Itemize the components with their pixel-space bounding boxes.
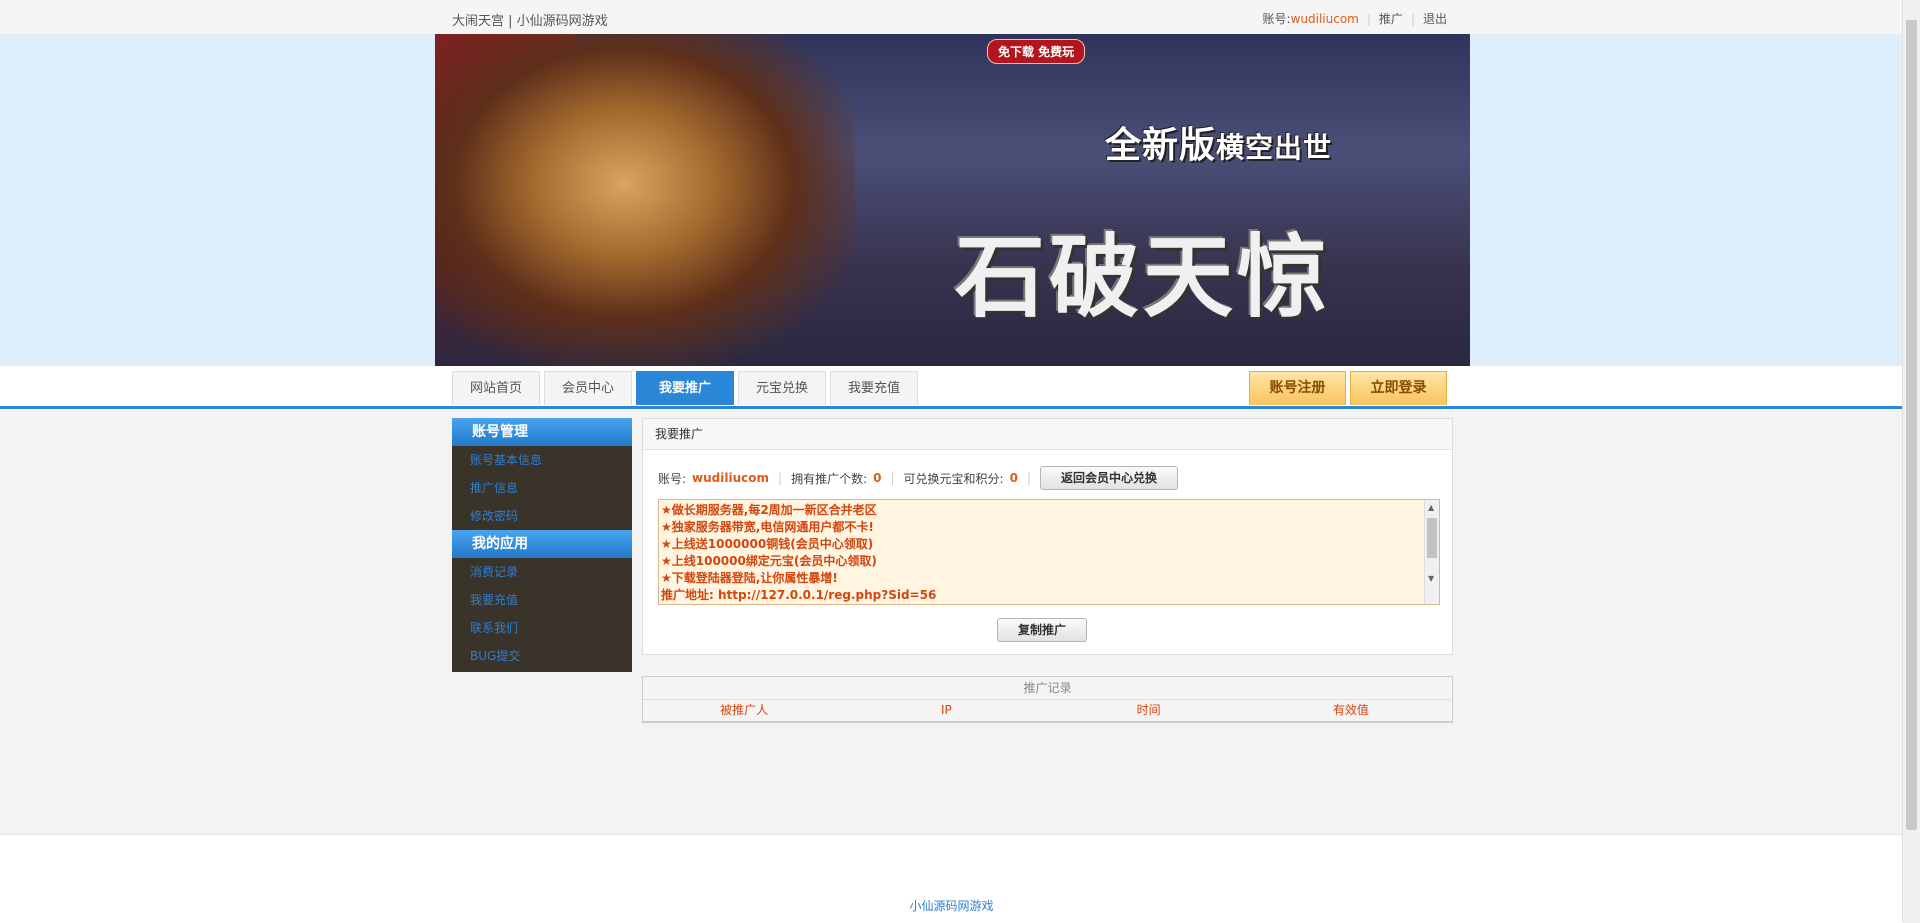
col-valid-value: 有效值 (1332, 703, 1369, 717)
scroll-down-icon[interactable]: ▼ (1428, 574, 1434, 583)
sidebar-section-apps: 我的应用 (452, 530, 632, 558)
account-info-row: 账号: wudiliucom | 拥有推广个数: 0 | 可兑换元宝和积分: 0… (658, 466, 1178, 490)
headline-part-b: 横空出世 (1216, 131, 1333, 164)
col-time: 时间 (1136, 703, 1161, 717)
promo-line: ★上线100000绑定元宝(会员中心领取) (661, 554, 877, 568)
info-account-value: wudiliucom (692, 471, 770, 485)
tab-home[interactable]: 网站首页 (452, 371, 540, 405)
divider: | (1026, 471, 1031, 485)
redeem-label: 可兑换元宝和积分: (903, 471, 1004, 486)
promo-text-lines: ★做长期服务器,每2周加一新区合并老区 ★独家服务器带宽,电信网通用户都不卡! … (659, 500, 1439, 604)
tab-yuanbao-exchange[interactable]: 元宝兑换 (738, 371, 826, 405)
info-account-label: 账号: (658, 471, 687, 486)
sidebar-item-bug-report[interactable]: BUG提交 (452, 642, 632, 670)
promo-count-label: 拥有推广个数: (791, 471, 868, 486)
tab-promote[interactable]: 我要推广 (636, 371, 734, 405)
logout-link[interactable]: 退出 (1423, 12, 1447, 26)
panel-title: 我要推广 (643, 419, 1452, 450)
sidebar-item-promo-info[interactable]: 推广信息 (452, 474, 632, 502)
redeem-value: 0 (1009, 471, 1018, 485)
col-referred-user: 被推广人 (720, 703, 769, 717)
page-scroll-thumb[interactable] (1906, 20, 1917, 830)
copy-promo-button[interactable]: 复制推广 (997, 618, 1088, 642)
scroll-thumb[interactable] (1427, 518, 1437, 558)
promo-textarea[interactable]: ★做长期服务器,每2周加一新区合并老区 ★独家服务器带宽,电信网通用户都不卡! … (658, 499, 1440, 605)
page-scrollbar[interactable] (1902, 0, 1920, 922)
footer-link[interactable]: 小仙源码网游戏 (0, 897, 1903, 914)
divider: | (778, 471, 783, 485)
sidebar-item-change-password[interactable]: 修改密码 (452, 502, 632, 530)
sidebar-item-account-info[interactable]: 账号基本信息 (452, 446, 632, 474)
register-button[interactable]: 账号注册 (1249, 371, 1346, 405)
monkey-king-art (435, 34, 855, 366)
promo-line: ★做长期服务器,每2周加一新区合并老区 (661, 503, 877, 517)
promote-link[interactable]: 推广 (1379, 12, 1403, 26)
headline-part-a: 全新版 (1105, 125, 1217, 166)
col-ip: IP (940, 703, 952, 717)
sidebar-item-recharge[interactable]: 我要充值 (452, 586, 632, 614)
scroll-up-icon[interactable]: ▲ (1428, 503, 1434, 512)
divider: | (890, 471, 895, 485)
records-title: 推广记录 (643, 677, 1452, 700)
nav-tabs: 网站首页 会员中心 我要推广 元宝兑换 我要充值 (452, 371, 918, 405)
sidebar-item-consume-records[interactable]: 消费记录 (452, 558, 632, 586)
auth-buttons: 账号注册 立即登录 (1249, 371, 1447, 405)
sidebar-section-account: 账号管理 (452, 418, 632, 446)
site-title: 大闹天宫 | 小仙源码网游戏 (452, 14, 608, 29)
account-label: 账号: (1262, 12, 1291, 26)
banner-headline: 全新版横空出世 (1105, 116, 1332, 168)
sidebar: 账号管理 账号基本信息 推广信息 修改密码 我的应用 消费记录 我要充值 联系我… (452, 418, 632, 672)
top-bar: 大闹天宫 | 小仙源码网游戏 账号:wudiliucom | 推广 | 退出 (0, 0, 1903, 35)
promo-records-table: 推广记录 被推广人 IP 时间 有效值 (642, 676, 1453, 723)
promo-count-value: 0 (873, 471, 882, 485)
records-header-row: 被推广人 IP 时间 有效值 (643, 700, 1452, 720)
account-area: 账号:wudiliucom | 推广 | 退出 (1263, 10, 1447, 27)
promo-line: ★上线送1000000铜钱(会员中心领取) (661, 537, 874, 551)
tab-member-center[interactable]: 会员中心 (544, 371, 632, 405)
game-banner: 免下载 免费玩 全新版横空出世 石破天惊 (435, 34, 1470, 366)
banner-tag: 免下载 免费玩 (987, 39, 1086, 64)
divider: | (1410, 12, 1415, 26)
sidebar-item-contact[interactable]: 联系我们 (452, 614, 632, 642)
banner-game-title: 石破天惊 (955, 224, 1331, 330)
back-to-member-center-button[interactable]: 返回会员中心兑换 (1039, 466, 1178, 490)
footer: 小仙源码网游戏 (0, 834, 1903, 923)
account-name[interactable]: wudiliucom (1291, 12, 1359, 26)
login-button[interactable]: 立即登录 (1350, 371, 1447, 405)
promo-line: ★下载登陆器登陆,让你属性暴增! (661, 571, 838, 585)
promote-panel: 我要推广 账号: wudiliucom | 拥有推广个数: 0 | 可兑换元宝和… (642, 418, 1453, 655)
main-nav: 网站首页 会员中心 我要推广 元宝兑换 我要充值 账号注册 立即登录 (0, 366, 1903, 409)
promo-line: ★独家服务器带宽,电信网通用户都不卡! (661, 520, 874, 534)
promo-url-line: 推广地址: http://127.0.0.1/reg.php?Sid=56 (661, 588, 937, 602)
textarea-scrollbar[interactable]: ▲ ▼ (1424, 500, 1439, 604)
divider: | (1366, 12, 1371, 26)
tab-recharge[interactable]: 我要充值 (830, 371, 918, 405)
